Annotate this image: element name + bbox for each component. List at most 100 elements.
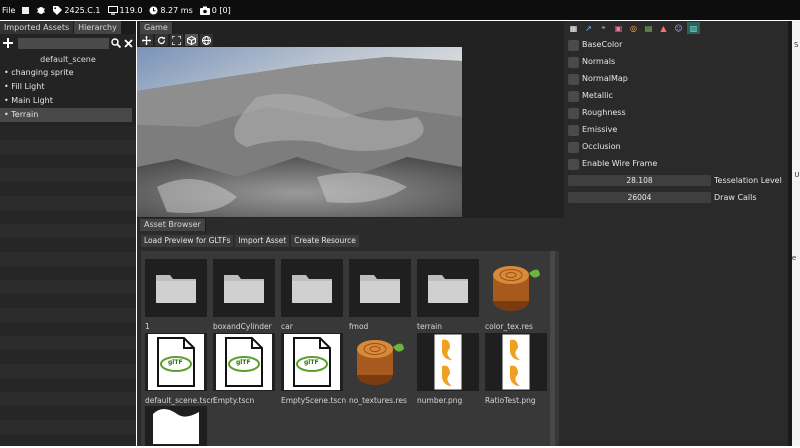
file-menu[interactable]: File bbox=[2, 6, 15, 15]
asset-tile[interactable] bbox=[417, 333, 479, 391]
asset-tile-partial[interactable] bbox=[145, 406, 207, 446]
toggle-roughness[interactable]: Roughness bbox=[568, 106, 626, 120]
left-panel: Imported Assets Hierarchy default_scene … bbox=[0, 21, 136, 446]
asset-label: terrain bbox=[417, 322, 443, 331]
checkbox[interactable] bbox=[568, 90, 579, 102]
asset-label: 1 bbox=[145, 322, 150, 331]
asset-label: car bbox=[281, 322, 293, 331]
hierarchy-item-changing-sprite[interactable]: • changing sprite bbox=[0, 66, 136, 80]
load-preview-button[interactable]: Load Preview for GLTFs bbox=[141, 235, 234, 247]
toggle-wireframe[interactable]: Enable Wire Frame bbox=[568, 157, 657, 171]
toggle-normalmap[interactable]: NormalMap bbox=[568, 72, 628, 86]
asset-tile[interactable]: glTF bbox=[145, 333, 207, 391]
asset-tile[interactable] bbox=[485, 333, 547, 391]
checkbox[interactable] bbox=[568, 39, 579, 51]
folder-icon bbox=[428, 273, 468, 303]
checkbox[interactable] bbox=[568, 124, 579, 136]
toggle-occlusion[interactable]: Occlusion bbox=[568, 140, 621, 154]
gamepad-icon[interactable]: ⌖ bbox=[597, 22, 610, 34]
folder-icon bbox=[292, 273, 332, 303]
checkbox[interactable] bbox=[568, 56, 579, 68]
clear-icon[interactable] bbox=[124, 39, 133, 48]
checkbox[interactable] bbox=[568, 107, 579, 119]
asset-toolbar: Load Preview for GLTFs Import Asset Crea… bbox=[141, 235, 361, 247]
material-tab-icon[interactable]: ▧ bbox=[687, 22, 700, 34]
checkbox[interactable] bbox=[568, 141, 579, 153]
left-tabs: Imported Assets Hierarchy bbox=[0, 21, 136, 34]
wood-log-icon bbox=[353, 335, 407, 389]
move-icon[interactable] bbox=[140, 34, 153, 46]
scene-title: default_scene bbox=[40, 55, 96, 64]
asset-label: Empty.tscn bbox=[213, 396, 255, 405]
hierarchy-item-terrain[interactable]: • Terrain bbox=[0, 108, 132, 122]
capture-label[interactable]: 0 [0] bbox=[199, 5, 231, 15]
tesselation-label: Tesselation Level bbox=[714, 176, 782, 185]
globe-icon[interactable] bbox=[200, 34, 213, 46]
list-item-label: Terrain bbox=[11, 110, 39, 119]
cube-icon[interactable] bbox=[185, 34, 198, 46]
toggle-label: BaseColor bbox=[582, 40, 623, 49]
draw-calls-field[interactable]: 26004 bbox=[568, 192, 711, 203]
gltf-file-icon: glTF bbox=[216, 334, 272, 390]
background-fragment-yu: y U bbox=[792, 171, 800, 179]
users-tab-icon[interactable]: ☺ bbox=[672, 22, 685, 34]
camera-tab-icon[interactable]: ▣ bbox=[612, 22, 625, 34]
create-resource-button[interactable]: Create Resource bbox=[291, 235, 359, 247]
game-toolbar bbox=[137, 34, 237, 47]
globe-tab-icon[interactable]: ◎ bbox=[627, 22, 640, 34]
asset-grid-scrollbar[interactable] bbox=[550, 251, 555, 446]
toggle-normals[interactable]: Normals bbox=[568, 55, 615, 69]
hierarchy-item-fill-light[interactable]: • Fill Light bbox=[0, 80, 136, 94]
toggle-basecolor[interactable]: BaseColor bbox=[568, 38, 622, 52]
checkbox[interactable] bbox=[568, 73, 579, 85]
asset-tile[interactable] bbox=[349, 259, 411, 317]
image-file-icon bbox=[434, 334, 462, 390]
toggle-metallic[interactable]: Metallic bbox=[568, 89, 613, 103]
file-tab-icon[interactable]: ▤ bbox=[642, 22, 655, 34]
tab-game[interactable]: Game bbox=[140, 22, 173, 34]
folder-icon bbox=[156, 273, 196, 303]
sitemap-icon[interactable]: ▦ bbox=[567, 22, 580, 34]
asset-tile[interactable] bbox=[213, 259, 275, 317]
window-square-icon[interactable] bbox=[22, 6, 30, 14]
tesselation-slider[interactable]: 28.108 bbox=[568, 175, 711, 186]
toggle-label: Metallic bbox=[582, 91, 613, 100]
hierarchy-empty-rows bbox=[0, 126, 136, 446]
scale-icon[interactable] bbox=[170, 34, 183, 46]
checkbox[interactable] bbox=[568, 158, 579, 170]
toggle-label: Roughness bbox=[582, 108, 626, 117]
rotate-icon[interactable] bbox=[155, 34, 168, 46]
clock-icon bbox=[149, 6, 158, 14]
asset-tile[interactable] bbox=[485, 259, 547, 317]
road-tab-icon[interactable]: ▲ bbox=[657, 22, 670, 34]
capture-text: 0 [0] bbox=[211, 5, 231, 15]
search-icon[interactable] bbox=[111, 38, 122, 49]
tab-hierarchy[interactable]: Hierarchy bbox=[74, 21, 122, 34]
asset-tile[interactable] bbox=[145, 259, 207, 317]
tab-asset-browser[interactable]: Asset Browser bbox=[140, 219, 206, 231]
import-asset-button[interactable]: Import Asset bbox=[235, 235, 290, 247]
list-item-label: changing sprite bbox=[11, 68, 74, 77]
search-input[interactable] bbox=[18, 38, 109, 49]
folder-icon bbox=[224, 273, 264, 303]
toggle-emissive[interactable]: Emissive bbox=[568, 123, 617, 137]
gltf-file-icon: glTF bbox=[284, 334, 340, 390]
bug-icon[interactable] bbox=[36, 5, 46, 15]
version-text: 2425.C.1 bbox=[64, 5, 101, 15]
asset-label: no_textures.res bbox=[349, 396, 407, 405]
asset-label: fmod bbox=[349, 322, 369, 331]
asset-tile[interactable]: glTF bbox=[281, 333, 343, 391]
asset-tile[interactable] bbox=[349, 333, 411, 391]
asset-tile[interactable] bbox=[417, 259, 479, 317]
chart-icon[interactable]: ↗ bbox=[582, 22, 595, 34]
toggle-label: Enable Wire Frame bbox=[582, 159, 658, 168]
asset-label: color_tex.res bbox=[485, 322, 533, 331]
add-icon[interactable] bbox=[3, 38, 13, 48]
tab-imported-assets[interactable]: Imported Assets bbox=[0, 21, 75, 34]
asset-tile[interactable] bbox=[281, 259, 343, 317]
list-item-label: Fill Light bbox=[11, 82, 45, 91]
asset-tile[interactable]: glTF bbox=[213, 333, 275, 391]
image-file-icon bbox=[502, 334, 530, 390]
game-viewport[interactable] bbox=[137, 47, 462, 217]
hierarchy-item-main-light[interactable]: • Main Light bbox=[0, 94, 136, 108]
